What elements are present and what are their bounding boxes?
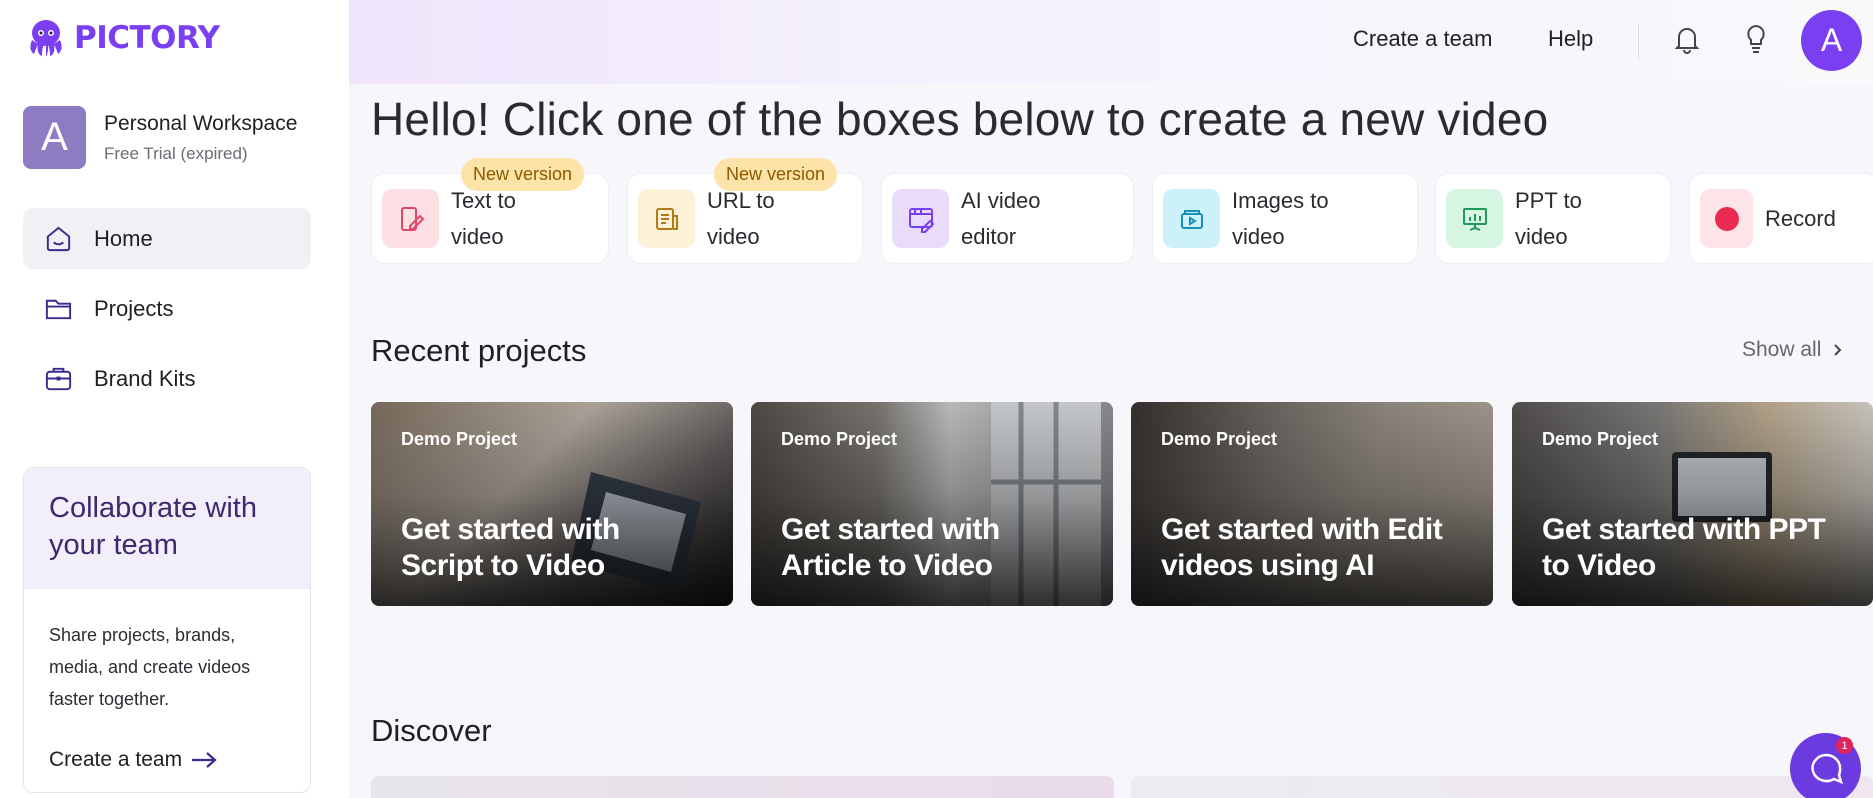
text-to-video-icon [382, 189, 439, 248]
sidebar-item-home[interactable]: Home [23, 208, 311, 269]
card-label: Record [1765, 205, 1836, 231]
octopus-logo-icon [30, 20, 62, 57]
new-version-badge: New version [461, 158, 585, 191]
chat-unread-badge: 1 [1836, 737, 1853, 754]
workspace-status: Free Trial (expired) [104, 143, 248, 163]
top-header [349, 0, 1873, 84]
sidebar-item-label: Projects [94, 295, 174, 321]
help-button[interactable]: Help [1548, 26, 1593, 52]
sidebar-item-label: Brand Kits [94, 365, 196, 391]
project-tag: Demo Project [1542, 429, 1659, 449]
home-icon [46, 226, 71, 252]
card-label: PPT to video [1515, 187, 1582, 249]
logo-text: PICTORY [74, 20, 220, 56]
collaborate-title: Collaborate with your team [24, 468, 310, 589]
workspace-avatar: A [23, 106, 86, 169]
bell-icon[interactable] [1670, 22, 1704, 56]
discover-card[interactable] [371, 776, 1114, 798]
card-label: AI video editor [961, 187, 1041, 249]
project-card[interactable]: Demo Project Get started with Article to… [751, 402, 1113, 606]
sidebar-nav: Home Projects Brand Kits [23, 208, 311, 418]
header-divider [1638, 24, 1639, 60]
folder-icon [45, 299, 72, 320]
sidebar-item-projects[interactable]: Projects [23, 278, 311, 339]
discover-title: Discover [371, 713, 492, 748]
card-label: Images to video [1232, 187, 1329, 249]
page-title: Hello! Click one of the boxes below to c… [371, 93, 1549, 145]
arrow-right-icon [192, 752, 217, 768]
chevron-right-icon [1834, 344, 1842, 356]
project-title: Get started with Script to Video [401, 513, 620, 582]
project-tag: Demo Project [1161, 429, 1278, 449]
sidebar-item-label: Home [94, 225, 153, 251]
collaborate-card: Collaborate with your team Share project… [23, 467, 311, 793]
sidebar-item-brand-kits[interactable]: Brand Kits [23, 348, 311, 409]
project-title: Get started with Article to Video [781, 513, 1000, 582]
discover-card[interactable] [1131, 776, 1873, 798]
lightbulb-icon[interactable] [1739, 22, 1773, 56]
show-all-button[interactable]: Show all [1742, 338, 1843, 362]
record-card[interactable]: Record [1689, 173, 1873, 264]
user-avatar[interactable]: A [1801, 10, 1862, 71]
new-version-badge: New version [714, 158, 838, 191]
images-to-video-card[interactable]: Images to video [1152, 173, 1418, 264]
project-tag: Demo Project [401, 429, 518, 449]
card-label: Text to video [451, 187, 516, 249]
collaborate-body: Share projects, brands, media, and creat… [49, 625, 251, 709]
project-tag: Demo Project [781, 429, 898, 449]
record-icon [1700, 189, 1753, 248]
create-team-link[interactable]: Create a team [49, 748, 218, 772]
project-card[interactable]: Demo Project Get started with Edit video… [1131, 402, 1493, 606]
show-all-label: Show all [1742, 338, 1822, 361]
pictory-logo[interactable]: PICTORY [24, 16, 220, 60]
ai-video-editor-card[interactable]: AI video editor [881, 173, 1134, 264]
briefcase-icon [45, 367, 72, 391]
workspace-switcher[interactable]: A Personal Workspace Free Trial (expired… [23, 106, 297, 169]
project-card[interactable]: Demo Project Get started with PPT to Vid… [1512, 402, 1873, 606]
project-title: Get started with Edit videos using AI [1161, 513, 1443, 582]
ai-video-editor-icon [892, 189, 949, 248]
project-card[interactable]: Demo Project Get started with Script to … [371, 402, 733, 606]
ppt-to-video-icon [1446, 189, 1503, 248]
card-label: URL to video [707, 187, 775, 249]
images-to-video-icon [1163, 189, 1220, 248]
sidebar: PICTORY A Personal Workspace Free Trial … [0, 0, 349, 798]
create-team-button[interactable]: Create a team [1353, 26, 1492, 52]
create-team-label: Create a team [49, 748, 183, 771]
project-title: Get started with PPT to Video [1542, 513, 1826, 582]
recent-projects-title: Recent projects [371, 333, 587, 368]
chat-bubble-icon [1810, 753, 1843, 784]
ppt-to-video-card[interactable]: PPT to video [1435, 173, 1671, 264]
url-to-video-icon [638, 189, 695, 248]
workspace-name: Personal Workspace [104, 111, 298, 135]
